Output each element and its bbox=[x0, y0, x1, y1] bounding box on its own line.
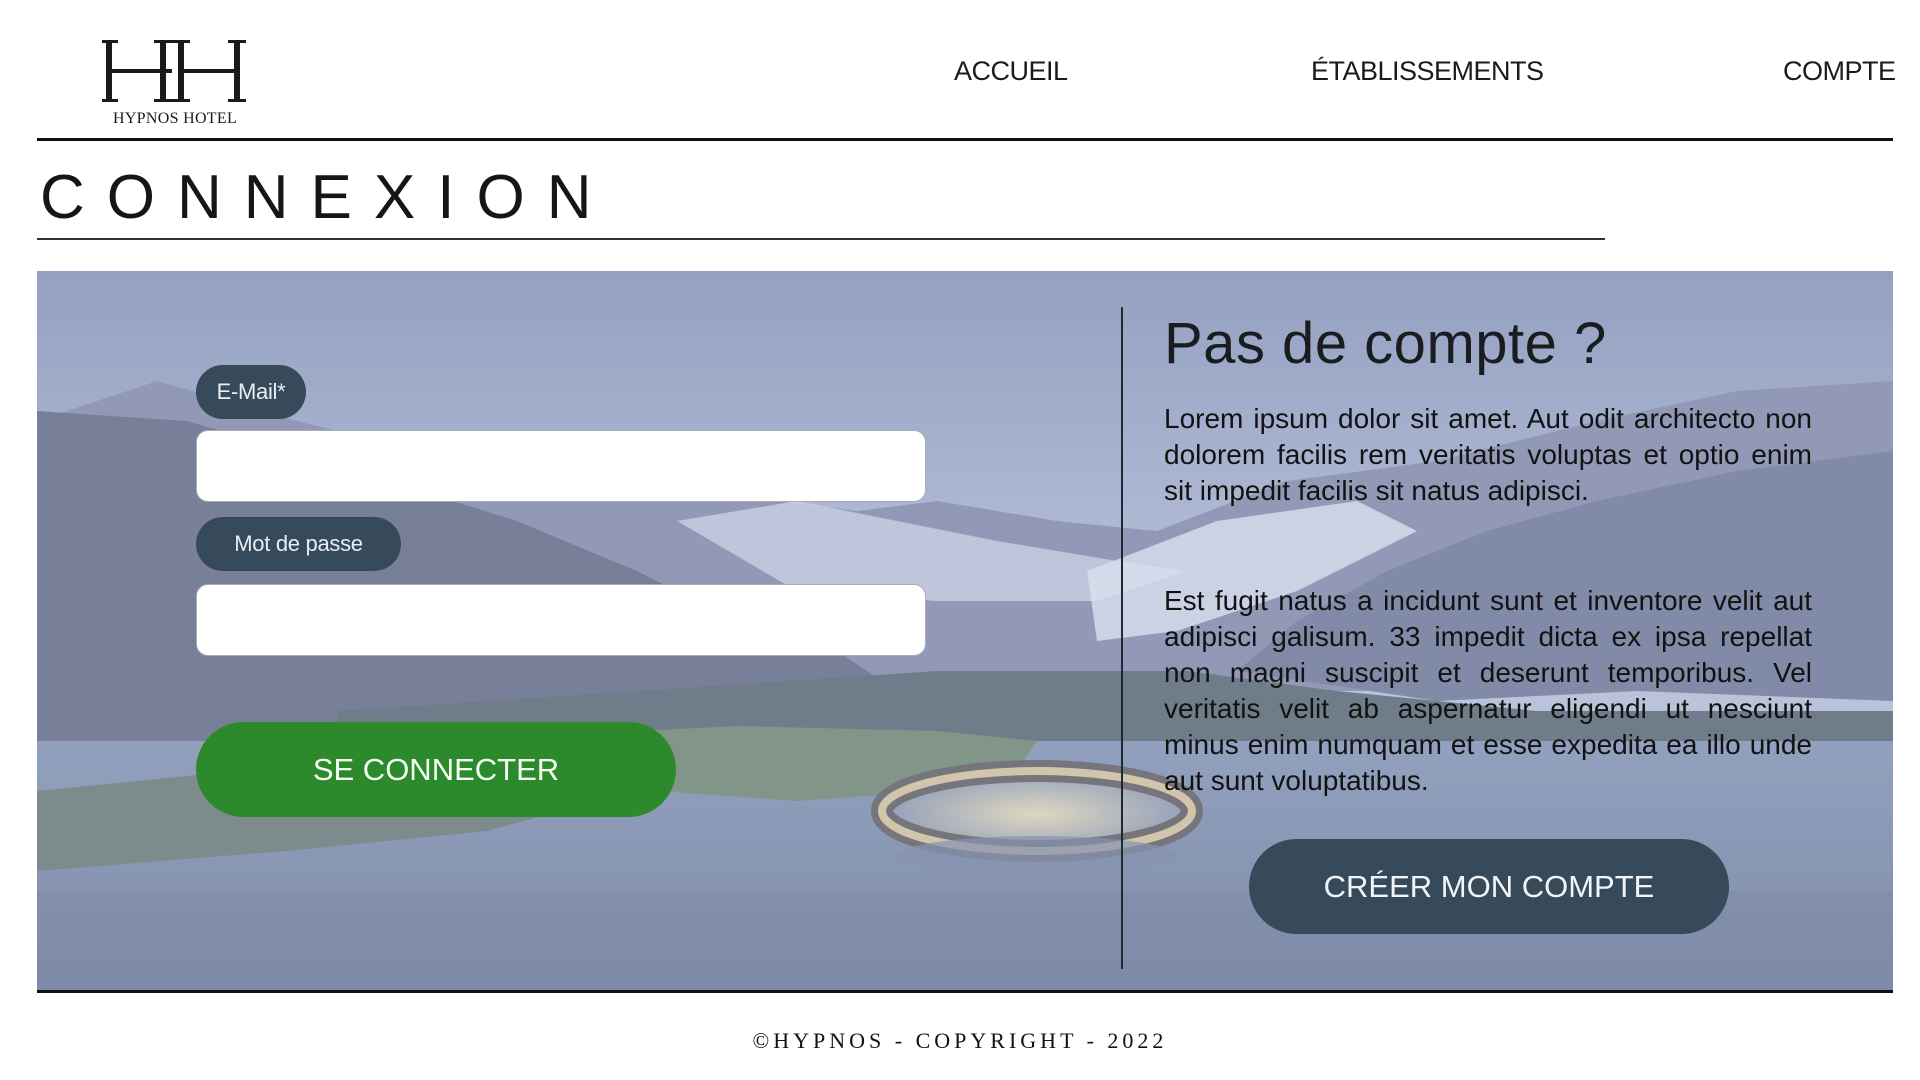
logo-text: HYPNOS HOTEL bbox=[112, 110, 238, 127]
nav-compte[interactable]: COMPTE bbox=[1783, 56, 1896, 87]
create-account-button[interactable]: CRÉER MON COMPTE bbox=[1249, 839, 1729, 934]
login-button[interactable]: SE CONNECTER bbox=[196, 722, 676, 817]
nav-etablissements[interactable]: ÉTABLISSEMENTS bbox=[1311, 56, 1544, 87]
header-divider bbox=[37, 138, 1893, 141]
signup-paragraph-1: Lorem ipsum dolor sit amet. Aut odit arc… bbox=[1164, 403, 1812, 506]
email-label: E-Mail* bbox=[196, 365, 306, 419]
hypnos-hotel-logo[interactable]: HYPNOS HOTEL bbox=[102, 36, 248, 128]
password-field[interactable] bbox=[196, 584, 926, 656]
footer-copyright: ©HYPNOS - COPYRIGHT - 2022 bbox=[752, 1028, 1168, 1053]
page-title: CONNEXION bbox=[40, 163, 614, 232]
title-underline bbox=[37, 238, 1605, 240]
email-field[interactable] bbox=[196, 430, 926, 502]
column-divider bbox=[1121, 307, 1123, 969]
password-label: Mot de passe bbox=[196, 517, 401, 571]
signup-paragraph-2: Est fugit natus a incidunt sunt et inven… bbox=[1164, 585, 1812, 796]
no-account-heading: Pas de compte ? bbox=[1164, 311, 1607, 376]
nav-accueil[interactable]: ACCUEIL bbox=[954, 56, 1068, 87]
logo-monogram-icon bbox=[102, 40, 246, 102]
hero-bottom-divider bbox=[37, 990, 1893, 993]
